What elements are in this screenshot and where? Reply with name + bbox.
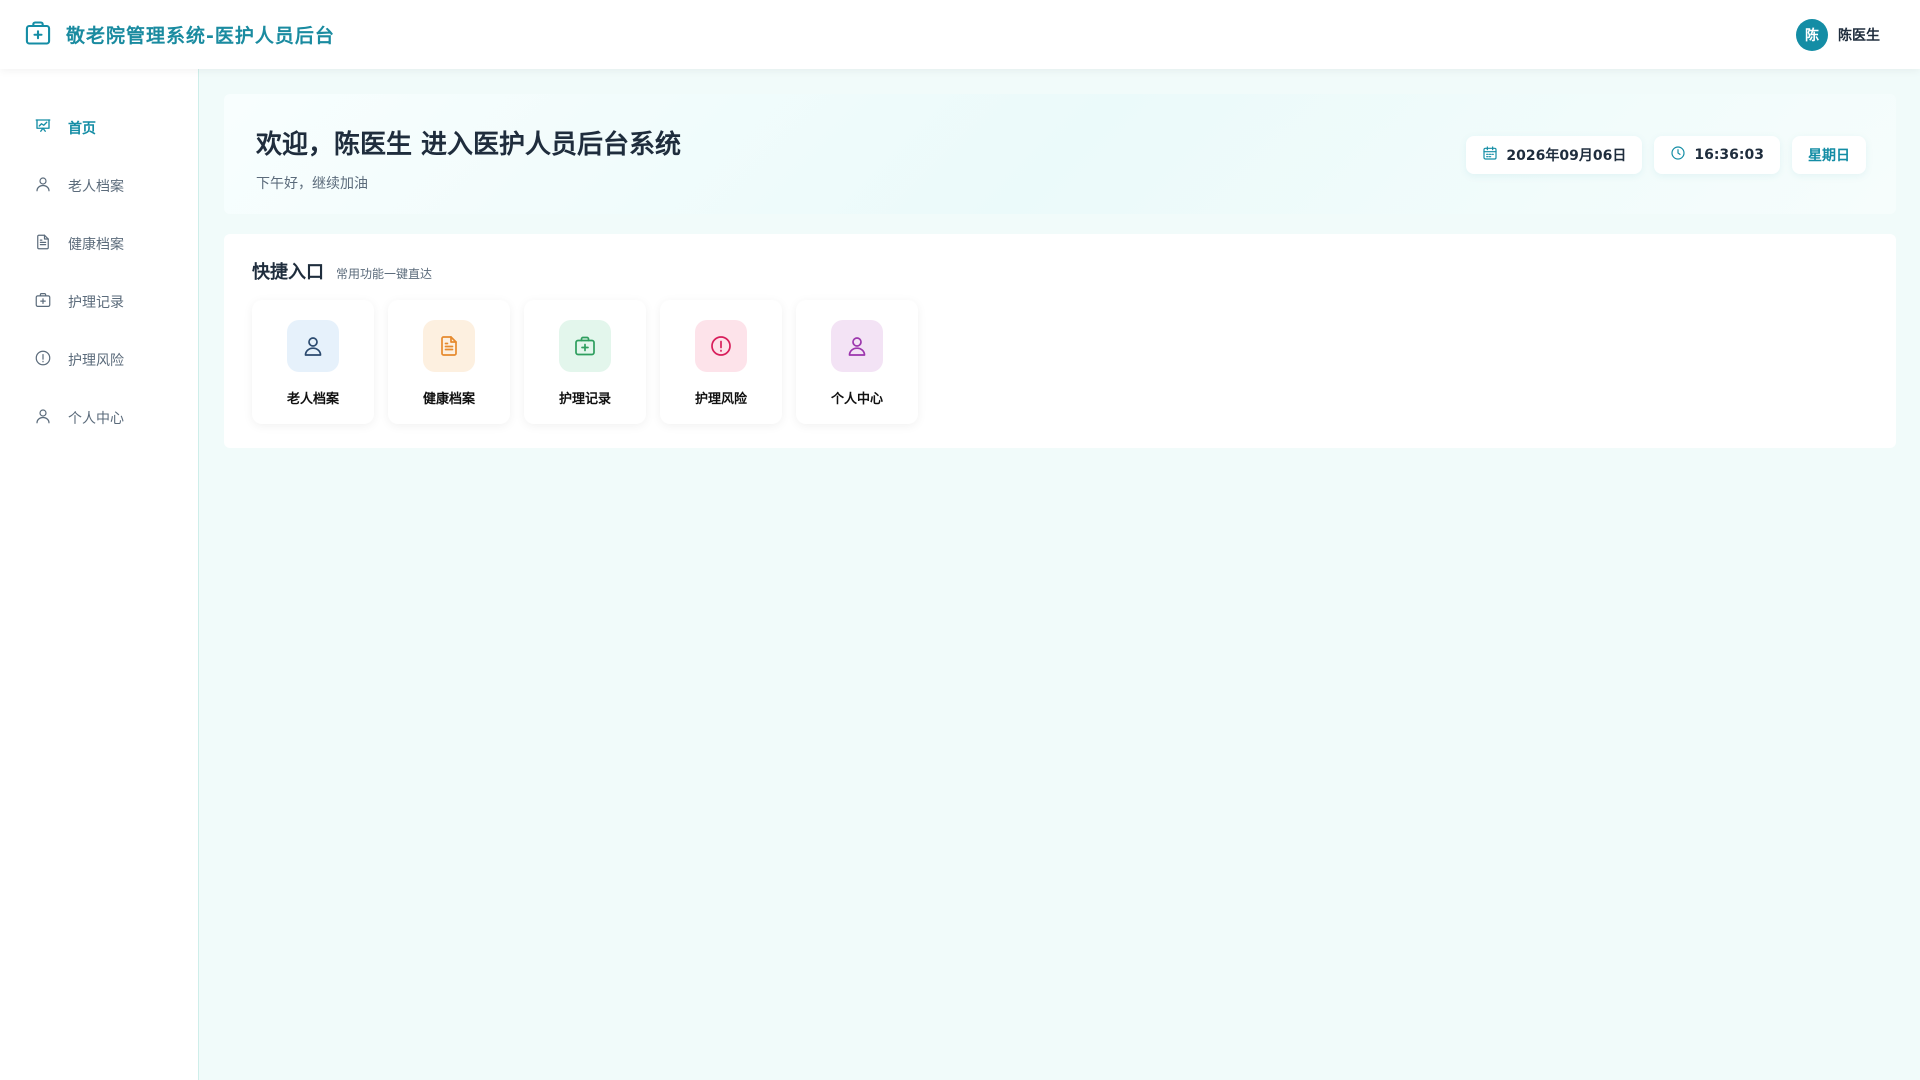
user-menu[interactable]: 陈 陈医生	[1796, 18, 1880, 51]
document-icon	[34, 233, 52, 255]
date-chip: 2026年09月06日	[1466, 136, 1643, 174]
sidebar-item-elder-records[interactable]: 老人档案	[0, 157, 198, 215]
quick-access-header: 快捷入口 常用功能一键直达	[252, 258, 1868, 284]
sidebar-item-home[interactable]: 首页	[0, 99, 198, 157]
medical-case-icon	[559, 320, 611, 372]
quick-card-profile[interactable]: 个人中心	[796, 300, 918, 424]
quick-card-care-records[interactable]: 护理记录	[524, 300, 646, 424]
medical-case-icon	[34, 291, 52, 313]
app-title: 敬老院管理系统-医护人员后台	[66, 25, 335, 47]
quick-card-label: 护理风险	[694, 392, 747, 407]
weekday-chip: 星期日	[1792, 136, 1866, 174]
user-icon	[287, 320, 339, 372]
quick-access-cards: 老人档案 健康档案 护理记录 护理风险 个人中心	[252, 300, 1868, 424]
quick-access-panel: 快捷入口 常用功能一键直达 老人档案 健康档案 护理记录 护理风险 个人中心	[224, 234, 1896, 448]
avatar[interactable]: 陈	[1796, 18, 1828, 51]
quick-card-label: 健康档案	[422, 392, 475, 407]
weekday-text: 星期日	[1808, 148, 1850, 164]
sidebar-item-profile[interactable]: 个人中心	[0, 389, 198, 447]
datetime-panel: 2026年09月06日 16:36:03 星期日	[1466, 136, 1866, 174]
top-bar: 敬老院管理系统-医护人员后台 陈 陈医生	[0, 0, 1920, 69]
document-icon	[423, 320, 475, 372]
sidebar-item-label: 老人档案	[68, 179, 124, 195]
brand[interactable]: 敬老院管理系统-医护人员后台	[24, 19, 335, 51]
presentation-chart-icon	[34, 117, 52, 139]
user-icon	[34, 175, 52, 197]
user-icon	[831, 320, 883, 372]
quick-card-label: 个人中心	[830, 392, 883, 407]
calendar-icon	[1482, 145, 1498, 165]
user-icon	[34, 407, 52, 429]
medical-case-icon	[24, 19, 52, 51]
clock-icon	[1670, 145, 1686, 165]
user-name[interactable]: 陈医生	[1838, 25, 1880, 45]
welcome-subtitle: 下午好，继续加油	[256, 176, 368, 192]
sidebar-item-label: 护理记录	[68, 295, 124, 311]
sidebar-item-care-records[interactable]: 护理记录	[0, 273, 198, 331]
sidebar-item-label: 健康档案	[68, 237, 124, 253]
sidebar-item-label: 首页	[68, 121, 96, 137]
quick-access-subtitle: 常用功能一键直达	[336, 267, 433, 281]
quick-card-elder-records[interactable]: 老人档案	[252, 300, 374, 424]
sidebar-item-label: 个人中心	[68, 411, 124, 427]
quick-card-label: 护理记录	[558, 392, 611, 407]
time-text: 16:36:03	[1694, 147, 1764, 163]
quick-card-health-records[interactable]: 健康档案	[388, 300, 510, 424]
time-chip: 16:36:03	[1654, 136, 1780, 174]
alert-circle-icon	[34, 349, 52, 371]
welcome-banner: 欢迎，陈医生 进入医护人员后台系统 下午好，继续加油 2026年09月06日 1…	[224, 94, 1896, 214]
date-text: 2026年09月06日	[1506, 148, 1627, 164]
quick-card-label: 老人档案	[286, 392, 339, 407]
sidebar-item-health-records[interactable]: 健康档案	[0, 215, 198, 273]
quick-access-title: 快捷入口	[252, 262, 324, 283]
sidebar-item-label: 护理风险	[68, 353, 124, 369]
alert-circle-icon	[695, 320, 747, 372]
sidebar-item-care-risk[interactable]: 护理风险	[0, 331, 198, 389]
sidebar: 首页 老人档案 健康档案 护理记录 护理风险 个人中心	[0, 69, 199, 1080]
quick-card-care-risk[interactable]: 护理风险	[660, 300, 782, 424]
